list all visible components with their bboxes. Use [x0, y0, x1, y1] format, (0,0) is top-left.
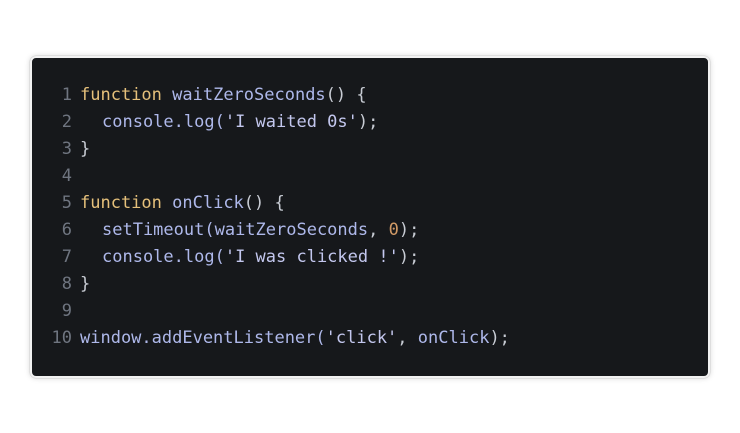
line-number: 5	[61, 193, 72, 213]
line-content: }	[80, 271, 90, 298]
code-line: 4	[46, 163, 510, 190]
punctuation-token: ,	[397, 328, 418, 348]
line-number: 8	[61, 274, 72, 294]
code-editor-panel: 1 function waitZeroSeconds() { 2 console…	[30, 56, 710, 378]
function-name-token: waitZeroSeconds	[172, 85, 326, 105]
code-line: 7 console.log('I was clicked !');	[46, 244, 510, 271]
line-number: 10	[51, 328, 72, 348]
code-line: 3 }	[46, 136, 510, 163]
line-number: 3	[61, 139, 72, 159]
line-content: }	[80, 136, 90, 163]
line-content: console.log('I waited 0s');	[80, 109, 378, 136]
line-content: function waitZeroSeconds() {	[80, 82, 367, 109]
punctuation-token: () {	[243, 193, 285, 213]
line-number: 4	[61, 166, 72, 186]
identifier-token: onClick	[417, 328, 490, 348]
identifier-token: window.addEventListener(	[80, 328, 326, 348]
identifier-token: console.log(	[102, 247, 225, 267]
keyword-token: function	[80, 193, 162, 213]
line-number: 7	[61, 247, 72, 267]
string-token: 'click'	[325, 328, 398, 348]
code-block: 1 function waitZeroSeconds() { 2 console…	[46, 82, 510, 352]
code-line: 9	[46, 298, 510, 325]
code-line: 1 function waitZeroSeconds() {	[46, 82, 510, 109]
line-content: function onClick() {	[80, 190, 285, 217]
code-line: 5 function onClick() {	[46, 190, 510, 217]
identifier-token: waitZeroSeconds	[214, 220, 369, 240]
line-content: window.addEventListener('click', onClick…	[80, 325, 510, 352]
number-token: 0	[388, 220, 399, 240]
code-line: 10 window.addEventListener('click', onCl…	[46, 325, 510, 352]
line-number: 6	[61, 220, 72, 240]
line-number: 9	[61, 301, 72, 321]
punctuation-token: );	[357, 112, 379, 132]
line-number: 2	[61, 112, 72, 132]
punctuation-token: );	[398, 247, 420, 267]
line-content: setTimeout(waitZeroSeconds, 0);	[80, 217, 419, 244]
punctuation-token: }	[80, 274, 91, 294]
line-content: console.log('I was clicked !');	[80, 244, 419, 271]
code-line: 6 setTimeout(waitZeroSeconds, 0);	[46, 217, 510, 244]
punctuation-token: ,	[368, 220, 389, 240]
function-name-token: onClick	[172, 193, 244, 213]
line-number: 1	[61, 85, 72, 105]
punctuation-token: }	[80, 139, 91, 159]
string-token: 'I was clicked !'	[224, 247, 399, 267]
string-token: 'I waited 0s'	[224, 112, 358, 132]
code-line: 2 console.log('I waited 0s');	[46, 109, 510, 136]
punctuation-token: );	[398, 220, 420, 240]
identifier-token: console.log(	[102, 112, 225, 132]
punctuation-token: );	[489, 328, 510, 348]
code-line: 8 }	[46, 271, 510, 298]
keyword-token: function	[80, 85, 162, 105]
identifier-token: setTimeout(	[102, 220, 215, 240]
punctuation-token: () {	[325, 85, 367, 105]
